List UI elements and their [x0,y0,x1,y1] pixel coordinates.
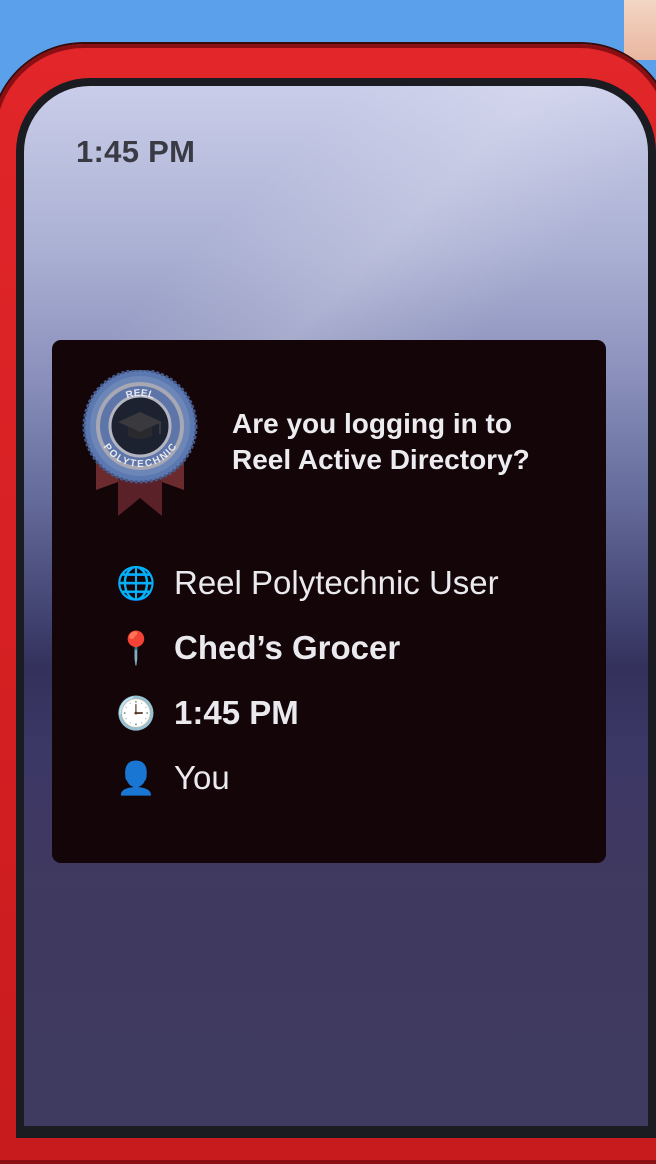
detail-row-user: 👤 You [116,745,586,810]
detail-row-account: 🌐 Reel Polytechnic User [116,550,586,615]
request-time: 1:45 PM [174,693,299,731]
heading-line-1: Are you logging in to [232,408,512,439]
heading-line-2: Reel Active Directory? [232,444,530,475]
globe-icon: 🌐 [116,564,156,601]
clock-icon: 🕒 [116,694,156,731]
background-edge [624,0,656,60]
status-bar-time: 1:45 PM [76,134,196,169]
detail-row-location: 📍 Ched’s Grocer [116,615,586,680]
login-request-notification[interactable]: REEL POLYTECHNIC Are you logging in to R… [52,340,606,863]
requester-name: You [174,758,230,796]
user-silhouette-icon: 👤 [116,759,156,796]
account-name: Reel Polytechnic User [174,563,499,601]
pushpin-icon: 📍 [116,629,156,666]
lock-screen: 1:45 PM REEL POLYTECHNIC Are you logging… [24,86,648,1126]
reel-polytechnic-seal-icon: REEL POLYTECHNIC [82,370,198,516]
location-name: Ched’s Grocer [174,628,401,666]
login-prompt-heading: Are you logging in to Reel Active Direct… [232,406,592,478]
detail-row-time: 🕒 1:45 PM [116,680,586,745]
login-details-list: 🌐 Reel Polytechnic User 📍 Ched’s Grocer … [116,550,586,810]
